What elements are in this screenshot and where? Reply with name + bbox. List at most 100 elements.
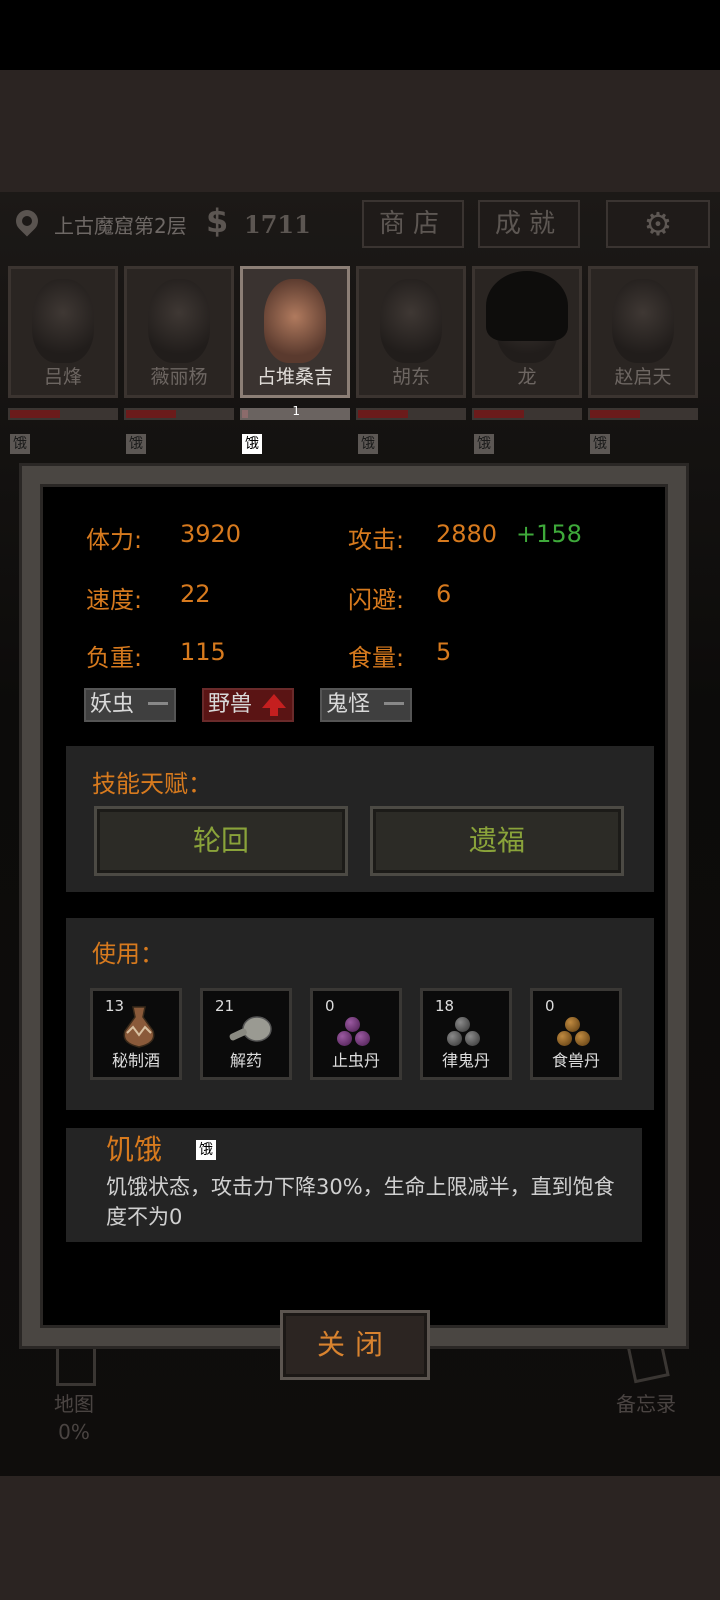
hp-bar: 1	[240, 404, 350, 420]
hp-bar	[8, 408, 118, 420]
map-button[interactable]: 地图 0%	[44, 1340, 104, 1450]
portrait	[264, 279, 326, 363]
dodge-value: 6	[436, 580, 452, 608]
portrait	[148, 279, 210, 363]
item-name: 解药	[229, 1051, 262, 1070]
attack-label: 攻击:	[348, 526, 405, 554]
item-insect-pill[interactable]: 0 止虫丹	[310, 988, 402, 1080]
status-title: 饥饿	[106, 1133, 163, 1166]
party-member-1[interactable]: 吕烽	[8, 266, 118, 398]
speed-value: 22	[180, 580, 211, 608]
party-member-2[interactable]: 薇丽杨	[124, 266, 234, 398]
attack-bonus: +158	[516, 520, 582, 548]
status-description: 饥饿状态，攻击力下降30%，生命上限减半，直到饱食度不为0	[106, 1175, 615, 1229]
hunger-status-icon: 饿	[242, 434, 262, 454]
map-label: 地图	[54, 1392, 94, 1416]
portrait	[486, 271, 568, 363]
party-member-3-selected[interactable]: 占堆桑吉	[240, 266, 350, 398]
neutral-dash-icon	[148, 702, 168, 711]
item-count: 0	[325, 997, 335, 1015]
antidote-flask-icon	[229, 1016, 272, 1042]
level-label: 1	[292, 404, 300, 418]
grey-pill-icon	[447, 1031, 462, 1046]
portrait	[32, 279, 94, 363]
resistance-ghost: 鬼怪	[320, 688, 412, 722]
money-value: 1711	[244, 210, 311, 239]
currency-icon: $	[206, 202, 229, 240]
item-name: 食兽丹	[551, 1051, 600, 1070]
portrait	[380, 279, 442, 363]
orange-pill-icon	[575, 1031, 590, 1046]
party-member-4[interactable]: 胡东	[356, 266, 466, 398]
dodge-label: 闪避:	[348, 586, 405, 614]
party-member-6[interactable]: 赵启天	[588, 266, 698, 398]
status-bar-area	[0, 0, 720, 70]
top-band	[0, 70, 720, 192]
resistance-label: 妖虫	[90, 692, 135, 717]
hunger-status-icon: 饿	[126, 434, 146, 454]
purple-pill-icon	[337, 1031, 352, 1046]
load-value: 115	[180, 638, 226, 666]
close-button[interactable]: 关闭	[280, 1310, 430, 1380]
skill-button-reincarnation[interactable]: 轮回	[94, 806, 348, 876]
load-label: 负重:	[86, 644, 143, 672]
skills-title: 技能天赋：	[92, 770, 212, 798]
use-title: 使用：	[92, 940, 164, 968]
item-name: 止虫丹	[331, 1051, 380, 1070]
hunger-status-icon: 饿	[358, 434, 378, 454]
item-count: 0	[545, 997, 555, 1015]
food-value: 5	[436, 638, 452, 666]
grey-pill-icon	[455, 1017, 470, 1032]
item-beast-pill[interactable]: 0 食兽丹	[530, 988, 622, 1080]
stamina-value: 3920	[180, 520, 242, 548]
resistance-insect: 妖虫	[84, 688, 176, 722]
hp-bar	[356, 408, 466, 420]
member-name: 胡东	[391, 366, 430, 388]
member-name: 占堆桑吉	[256, 366, 333, 388]
item-name: 秘制酒	[111, 1051, 160, 1070]
member-name: 龙	[517, 366, 537, 388]
member-name: 赵启天	[614, 366, 672, 388]
location-pin-icon	[11, 205, 43, 237]
hp-bar	[588, 408, 698, 420]
speed-label: 速度:	[86, 586, 143, 614]
shop-button[interactable]: 商店	[362, 200, 464, 248]
hp-bar	[124, 408, 234, 420]
achievements-button[interactable]: 成就	[478, 200, 580, 248]
header-bar: 上古魔窟第2层 $ 1711 商店 成就 ⚙	[0, 196, 720, 254]
location-label: 上古魔窟第2层	[54, 214, 187, 238]
item-count: 18	[435, 997, 455, 1015]
memo-button[interactable]: 备忘录	[596, 1336, 696, 1420]
wine-jar-icon	[123, 1006, 155, 1048]
hunger-status-icon: 饿	[590, 434, 610, 454]
hp-bar	[472, 408, 582, 420]
resistance-beast: 野兽	[202, 688, 294, 722]
resistance-label: 野兽	[208, 692, 253, 717]
item-antidote[interactable]: 21 解药	[200, 988, 292, 1080]
orange-pill-icon	[557, 1031, 572, 1046]
arrow-up-icon	[262, 694, 286, 716]
settings-gear-icon[interactable]: ⚙	[606, 200, 710, 248]
item-secret-wine[interactable]: 13 秘制酒	[90, 988, 182, 1080]
orange-pill-icon	[565, 1017, 580, 1032]
purple-pill-icon	[355, 1031, 370, 1046]
map-progress: 0%	[58, 1420, 90, 1444]
purple-pill-icon	[345, 1017, 360, 1032]
item-ghost-pill[interactable]: 18 律鬼丹	[420, 988, 512, 1080]
hunger-status-icon: 饿	[10, 434, 30, 454]
stamina-label: 体力:	[86, 526, 143, 554]
bottom-band	[0, 1476, 720, 1600]
hunger-status-icon: 饿	[196, 1140, 216, 1160]
member-name: 薇丽杨	[150, 366, 208, 388]
hunger-status-icon: 饿	[474, 434, 494, 454]
portrait	[612, 279, 674, 363]
food-label: 食量:	[348, 644, 405, 672]
attack-value: 2880	[436, 520, 498, 548]
member-name: 吕烽	[43, 366, 82, 388]
neutral-dash-icon	[384, 702, 404, 711]
skill-button-legacy[interactable]: 遗福	[370, 806, 624, 876]
memo-label: 备忘录	[616, 1392, 676, 1416]
item-name: 律鬼丹	[441, 1051, 490, 1070]
party-member-5[interactable]: 龙	[472, 266, 582, 398]
map-icon	[56, 1340, 96, 1386]
